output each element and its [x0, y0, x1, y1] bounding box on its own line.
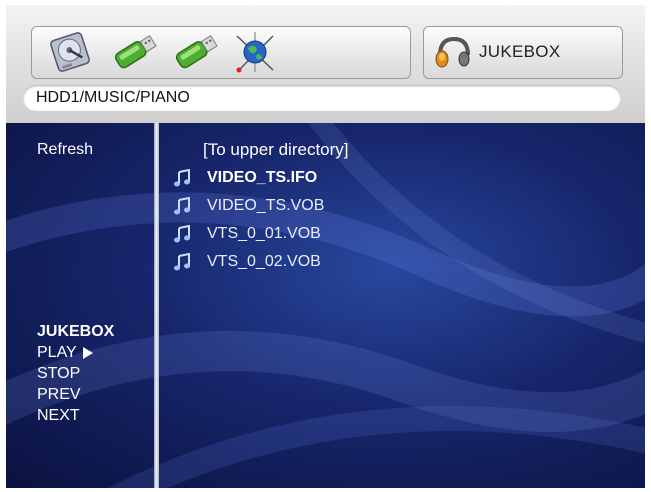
music-notes-icon: [173, 168, 195, 189]
device-selector: [31, 26, 411, 79]
jukebox-mode-button[interactable]: JUKEBOX: [423, 26, 623, 79]
file-list: [To upper directory] VIDEO_TS.IFO VIDEO_…: [173, 140, 349, 279]
music-notes-icon: [173, 224, 195, 245]
usb-drive-icon[interactable]: [111, 30, 159, 74]
file-item[interactable]: VIDEO_TS.IFO: [173, 167, 349, 195]
main-panel: Refresh JUKEBOX PLAY STOP PREV NEXT [To …: [6, 123, 645, 488]
file-item[interactable]: VTS_0_01.VOB: [173, 223, 349, 251]
current-path: HDD1/MUSIC/PIANO: [36, 89, 190, 106]
media-player-window: JUKEBOX HDD1/MUSIC/PIANO Refresh JUKEBOX…: [6, 5, 645, 488]
play-icon: [82, 346, 93, 359]
file-name: VIDEO_TS.VOB: [207, 197, 325, 214]
file-item[interactable]: VIDEO_TS.VOB: [173, 195, 349, 223]
panel-divider: [154, 123, 159, 488]
jukebox-controls: JUKEBOX PLAY STOP PREV NEXT: [37, 321, 114, 426]
usb-drive-icon[interactable]: [172, 30, 220, 74]
breadcrumb-path-bar: HDD1/MUSIC/PIANO: [23, 85, 621, 111]
stop-button[interactable]: STOP: [37, 363, 114, 384]
file-item[interactable]: VTS_0_02.VOB: [173, 251, 349, 279]
network-globe-icon[interactable]: [231, 30, 279, 74]
prev-button[interactable]: PREV: [37, 384, 114, 405]
music-notes-icon: [173, 196, 195, 217]
play-label: PLAY: [37, 344, 77, 361]
next-button[interactable]: NEXT: [37, 405, 114, 426]
jukebox-title: JUKEBOX: [37, 323, 115, 340]
file-name: VTS_0_02.VOB: [207, 253, 321, 270]
top-bar: JUKEBOX HDD1/MUSIC/PIANO: [6, 5, 645, 123]
hard-disk-icon[interactable]: [46, 30, 94, 74]
mode-label: JUKEBOX: [479, 42, 561, 61]
upper-directory-link[interactable]: [To upper directory]: [203, 140, 349, 160]
music-notes-icon: [173, 252, 195, 273]
refresh-button[interactable]: Refresh: [37, 141, 93, 159]
file-name: VIDEO_TS.IFO: [207, 169, 318, 186]
headphones-icon: [432, 33, 472, 73]
file-name: VTS_0_01.VOB: [207, 225, 321, 242]
play-button[interactable]: PLAY: [37, 342, 114, 363]
